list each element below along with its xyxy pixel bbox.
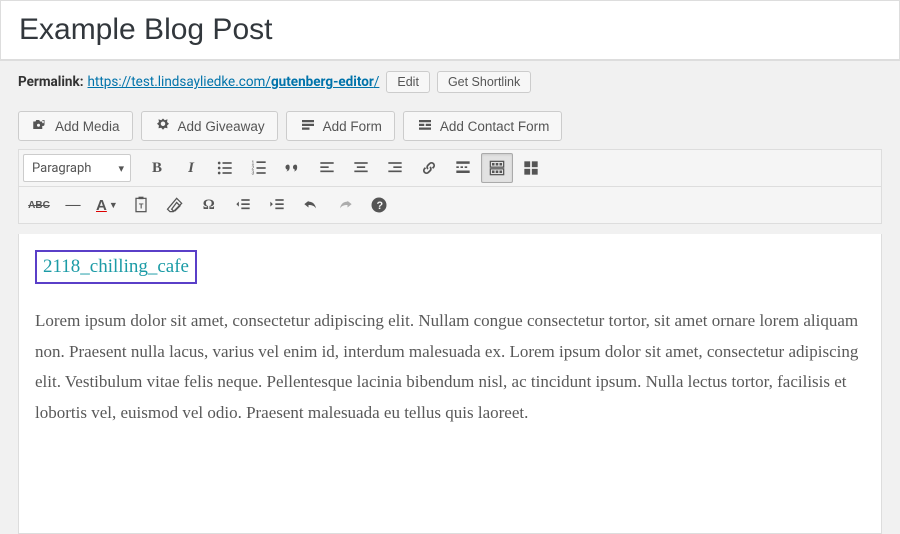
paragraph-text: Lorem ipsum dolor sit amet, consectetur … [35,306,865,428]
toolbar-toggle-icon [487,158,507,178]
get-shortlink-button[interactable]: Get Shortlink [437,71,531,93]
add-contact-form-button[interactable]: Add Contact Form [403,111,563,141]
outdent-icon [233,195,253,215]
permalink-label: Permalink: [18,74,84,90]
media-buttons-row: Add Media Add Giveaway Add Form Add Cont… [0,103,900,149]
svg-text:?: ? [376,200,383,212]
add-giveaway-button[interactable]: Add Giveaway [141,111,278,141]
help-icon: ? [369,195,389,215]
redo-button[interactable] [329,190,361,220]
numbered-list-button[interactable]: 123 [243,153,275,183]
special-char-button[interactable]: Ω [193,190,225,220]
paste-text-button[interactable]: T [125,190,157,220]
toolbar-row-1: Paragraph B I 123 [19,150,881,187]
bold-icon: B [152,160,162,177]
align-center-button[interactable] [345,153,377,183]
add-form-label: Add Form [323,119,382,134]
form-icon [299,117,317,135]
add-form-button[interactable]: Add Form [286,111,395,141]
hr-icon: — [66,197,81,214]
quote-icon [283,158,303,178]
distraction-free-button[interactable] [515,153,547,183]
bold-button[interactable]: B [141,153,173,183]
contact-form-icon [416,117,434,135]
editor-content[interactable]: 2118_chilling_cafe Lorem ipsum dolor sit… [18,234,882,534]
badge-icon [154,117,172,135]
format-label: Paragraph [32,161,91,176]
editor-toolbar: Paragraph B I 123 ABC — A▼ T Ω ? [18,149,882,224]
align-center-icon [351,158,371,178]
undo-icon [301,195,321,215]
permalink-base: https://test.lindsayliedke.com/ [88,74,271,90]
align-left-button[interactable] [311,153,343,183]
align-right-icon [385,158,405,178]
grid-icon [521,158,541,178]
indent-icon [267,195,287,215]
permalink-url[interactable]: https://test.lindsayliedke.com/gutenberg… [88,74,380,90]
format-dropdown[interactable]: Paragraph [23,154,131,182]
outdent-button[interactable] [227,190,259,220]
svg-text:T: T [139,201,144,210]
edit-permalink-button[interactable]: Edit [386,71,430,93]
permalink-trail: / [374,74,380,90]
clear-formatting-button[interactable] [159,190,191,220]
toolbar-row-2: ABC — A▼ T Ω ? [19,187,881,224]
redo-icon [335,195,355,215]
bullet-list-icon [215,158,235,178]
camera-music-icon [31,117,49,135]
omega-icon: Ω [203,197,215,214]
clipboard-t-icon: T [131,195,151,215]
add-media-label: Add Media [55,119,120,134]
align-right-button[interactable] [379,153,411,183]
add-contact-label: Add Contact Form [440,119,550,134]
permalink-row: Permalink: https://test.lindsayliedke.co… [0,61,900,103]
undo-button[interactable] [295,190,327,220]
strikethrough-icon: ABC [28,200,50,211]
help-button[interactable]: ? [363,190,395,220]
numbered-list-icon: 123 [249,158,269,178]
add-giveaway-label: Add Giveaway [178,119,265,134]
strikethrough-button[interactable]: ABC [23,190,55,220]
blockquote-button[interactable] [277,153,309,183]
indent-button[interactable] [261,190,293,220]
horizontal-rule-button[interactable]: — [57,190,89,220]
chevron-down-icon: ▼ [109,200,118,210]
text-color-icon: A [96,197,107,214]
eraser-icon [165,195,185,215]
bullet-list-button[interactable] [209,153,241,183]
italic-button[interactable]: I [175,153,207,183]
read-more-button[interactable] [447,153,479,183]
add-media-button[interactable]: Add Media [18,111,133,141]
text-color-button[interactable]: A▼ [91,190,123,220]
toolbar-toggle-button[interactable] [481,153,513,183]
svg-text:3: 3 [252,171,255,177]
permalink-slug: gutenberg-editor [271,74,374,90]
read-more-icon [453,158,473,178]
link-button[interactable] [413,153,445,183]
link-icon [419,158,439,178]
italic-icon: I [188,160,194,177]
align-left-icon [317,158,337,178]
post-title-input[interactable] [1,1,899,60]
audio-link[interactable]: 2118_chilling_cafe [43,256,189,277]
selected-link-box: 2118_chilling_cafe [35,250,197,284]
